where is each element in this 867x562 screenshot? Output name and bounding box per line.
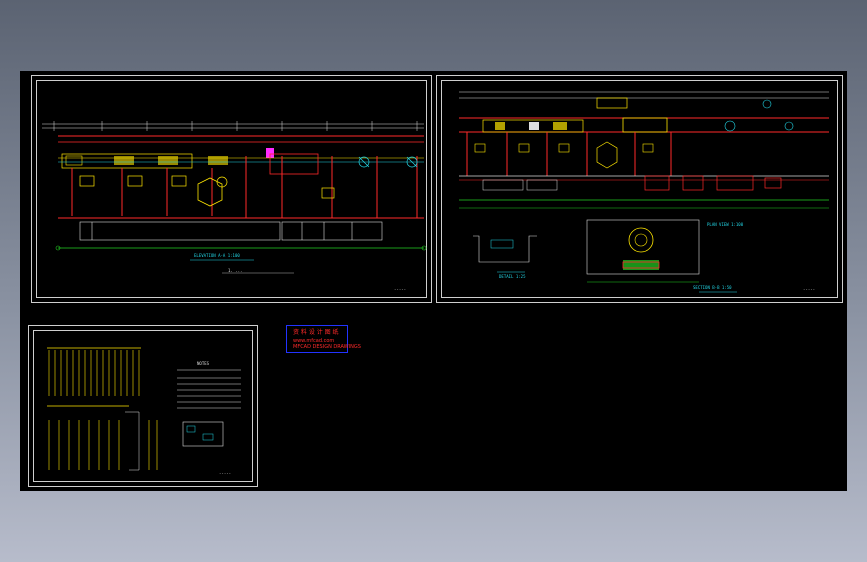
cad-viewer-window: { "app": { "title": "CAD drawing viewer"… bbox=[0, 0, 867, 562]
sheet-2-detail-right-title: SECTION B-B 1:50 bbox=[693, 285, 732, 290]
sheet-2-main-title: PLAN VIEW 1:100 bbox=[707, 222, 744, 227]
sheet-2-stamp: ----- bbox=[803, 287, 816, 292]
drawing-sheet-3: NOTES ----- bbox=[28, 325, 258, 487]
model-space[interactable]: ELEVATION A-A 1:100 1. ... ----- PLAN VI… bbox=[20, 71, 847, 491]
sheet-2-detail-left-title: DETAIL 1:25 bbox=[499, 274, 526, 279]
watermark-line-1: 资 料 设 计 图 纸 bbox=[293, 329, 339, 336]
sheet-1-title: ELEVATION A-A 1:100 bbox=[194, 253, 240, 258]
schematic-drawing bbox=[47, 347, 241, 471]
drawing-sheet-2: PLAN VIEW 1:100 DETAIL 1:25 SECTION B-B … bbox=[436, 75, 843, 303]
sheet-3-stamp: ----- bbox=[219, 471, 232, 476]
watermark-line-3: MFCAD DESIGN DRAWINGS bbox=[293, 344, 361, 350]
drawing-sheet-1: ELEVATION A-A 1:100 1. ... ----- bbox=[31, 75, 432, 303]
plan-drawing bbox=[459, 91, 829, 293]
sheet-1-stamp: ----- bbox=[394, 287, 407, 292]
sheet-3-notes-title: NOTES bbox=[197, 361, 210, 366]
watermark-logo-stamp: 资 料 设 计 图 纸 www.mfcad.com MFCAD DESIGN D… bbox=[286, 325, 361, 353]
sheet-1-note: 1. ... bbox=[228, 268, 243, 273]
